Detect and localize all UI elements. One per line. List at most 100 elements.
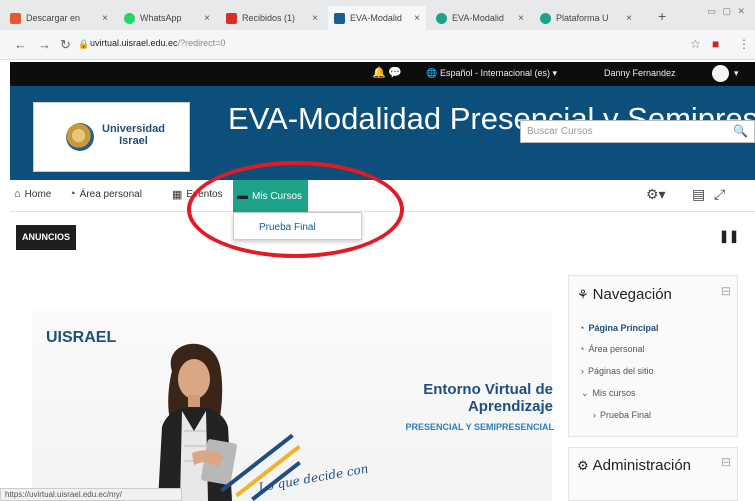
tab-label: WhatsApp: [140, 13, 182, 23]
collapse-icon[interactable]: ⊟: [721, 284, 731, 298]
promo-brand: UISRAEL: [46, 329, 117, 346]
globe-icon[interactable]: 🌐: [426, 68, 437, 79]
administration-block: ⚙ Administración ⊟: [568, 447, 738, 501]
logo-text: Universidad Israel: [102, 123, 165, 147]
user-topbar: 🔔 💬 🌐 Español - Internacional (es) ▾ Dan…: [10, 62, 755, 86]
extension-icon[interactable]: ■: [712, 37, 719, 51]
forward-icon[interactable]: →: [38, 37, 51, 52]
language-menu[interactable]: Español - Internacional (es) ▾: [440, 68, 557, 79]
user-name[interactable]: Danny Fernandez: [604, 68, 676, 78]
menu-home-label: Home: [24, 188, 52, 200]
tab-close-icon[interactable]: ×: [518, 13, 524, 24]
promo-line1: Entorno Virtual de: [423, 381, 553, 398]
sitemap-icon: ⚘: [577, 286, 589, 302]
url-field[interactable]: uvirtual.uisrael.edu.ec/?redirect=0: [90, 38, 225, 48]
site-banner: Universidad Israel EVA-Modalidad Presenc…: [10, 86, 755, 180]
nav-prueba-final[interactable]: › Prueba Final: [593, 410, 651, 420]
nav-area-personal[interactable]: ◔ Área personal: [579, 344, 644, 354]
promo-title: Entorno Virtual de Aprendizaje: [368, 381, 553, 415]
home-icon: ⌂: [14, 188, 21, 200]
tab-label: EVA-Modalid: [452, 13, 504, 23]
nav-mis-cursos[interactable]: ⌄ Mis cursos: [581, 388, 636, 399]
course-search-input[interactable]: Buscar Cursos 🔍: [520, 120, 755, 143]
tab-close-icon[interactable]: ×: [102, 13, 108, 24]
gear-icon[interactable]: ⚙▾: [646, 186, 666, 203]
tab-favicon-icon: [540, 12, 551, 24]
student-photo: [158, 343, 237, 501]
reload-icon[interactable]: ↻: [60, 37, 71, 53]
browser-tab-active[interactable]: EVA-Modalid ×: [328, 6, 426, 30]
menu-area-personal[interactable]: ◔ Área personal: [69, 188, 142, 200]
university-seal-icon: [66, 123, 94, 151]
logo-line1: Universidad: [102, 123, 165, 135]
chat-icon[interactable]: 💬: [388, 66, 402, 79]
navigation-block: ⚘ Navegación ⊟ ◔ Página Principal ◔ Área p…: [568, 275, 738, 437]
pause-icon[interactable]: ❚❚: [719, 229, 739, 243]
navigation-title-text: Navegación: [592, 286, 672, 303]
nav-paginas-del-sitio[interactable]: › Páginas del sitio: [581, 366, 654, 376]
administration-title: ⚙ Administración: [577, 457, 691, 474]
browser-tab-bar: Descargar en × WhatsApp × Recibidos (1) …: [0, 0, 755, 30]
dashboard-icon: ◔: [69, 188, 76, 200]
chevron-down-icon: ⌄: [581, 388, 589, 398]
search-placeholder: Buscar Cursos: [527, 126, 593, 137]
chevron-right-icon: ›: [593, 410, 596, 420]
tab-close-icon[interactable]: ×: [626, 13, 632, 24]
promo-banner: UISRAEL Entorno Virtual de Aprendizaje P…: [32, 311, 554, 501]
chevron-down-icon[interactable]: ▾: [734, 68, 739, 79]
site-logo[interactable]: Universidad Israel: [33, 102, 190, 172]
logo-line2: Israel: [119, 135, 148, 147]
dashboard-icon: ◔: [579, 323, 585, 333]
calendar-icon: ▦: [172, 189, 183, 201]
tab-label: Plataforma U: [556, 13, 609, 23]
browser-tab[interactable]: EVA-Modalid ×: [430, 6, 530, 30]
promo-subtitle: PRESENCIAL Y SEMIPRESENCIAL: [405, 422, 554, 432]
right-sidebar: ⚘ Navegación ⊟ ◔ Página Principal ◔ Área p…: [568, 275, 746, 501]
nav-item-label: Mis cursos: [592, 388, 636, 398]
administration-title-text: Administración: [592, 457, 692, 474]
nav-pagina-principal[interactable]: ◔ Página Principal: [579, 323, 658, 333]
address-bar: ← → ↻ 🔒 uvirtual.uisrael.edu.ec/?redirec…: [0, 30, 755, 60]
chevron-right-icon: ›: [581, 366, 584, 376]
nav-item-label: Página Principal: [588, 323, 659, 333]
tab-label: Descargar en: [26, 13, 81, 23]
search-icon[interactable]: 🔍: [733, 124, 748, 138]
back-icon[interactable]: ←: [14, 37, 27, 52]
browser-tab[interactable]: WhatsApp ×: [118, 6, 216, 30]
highlight-ellipse: [187, 161, 404, 258]
list-view-icon[interactable]: ▤: [692, 186, 705, 203]
tab-close-icon[interactable]: ×: [414, 13, 420, 24]
bell-icon[interactable]: 🔔: [372, 66, 386, 79]
tab-close-icon[interactable]: ×: [312, 13, 318, 24]
url-host: uvirtual.uisrael.edu.ec: [90, 38, 178, 48]
gmail-icon: [226, 12, 237, 24]
new-tab-icon[interactable]: +: [658, 8, 666, 24]
tab-close-icon[interactable]: ×: [204, 13, 210, 24]
menu-home[interactable]: ⌂ Home: [14, 188, 51, 200]
navigation-title: ⚘ Navegación: [577, 286, 672, 303]
collapse-icon[interactable]: ⊟: [721, 455, 731, 469]
nav-item-label: Área personal: [588, 344, 645, 354]
tab-favicon-icon: [436, 12, 447, 24]
tab-favicon-icon: [334, 12, 345, 24]
tab-label: Recibidos (1): [242, 13, 296, 23]
nav-item-label: Prueba Final: [600, 410, 652, 420]
whatsapp-icon: [124, 12, 135, 24]
menu-dots-icon[interactable]: ⋮: [738, 37, 750, 51]
browser-tab[interactable]: Descargar en ×: [4, 6, 114, 30]
anuncios-button[interactable]: ANUNCIOS: [16, 225, 77, 250]
dashboard-icon: ◔: [579, 344, 585, 354]
star-icon[interactable]: ☆: [690, 37, 701, 51]
browser-tab[interactable]: Plataforma U ×: [534, 6, 638, 30]
browser-tab[interactable]: Recibidos (1) ×: [220, 6, 324, 30]
url-path: /?redirect=0: [177, 38, 226, 48]
menu-area-label: Área personal: [79, 188, 142, 200]
fullscreen-icon[interactable]: ⤢: [714, 186, 725, 203]
status-url-tooltip: https://uvirtual.uisrael.edu.ec/my/: [0, 488, 182, 501]
tab-label: EVA-Modalid: [350, 13, 402, 23]
window-controls-icon[interactable]: ▭ ▢ ✕: [707, 6, 747, 17]
nav-item-label: Páginas del sitio: [588, 366, 654, 376]
promo-line2: Aprendizaje: [467, 398, 553, 415]
lock-icon: 🔒: [78, 39, 90, 49]
avatar[interactable]: [712, 65, 729, 82]
